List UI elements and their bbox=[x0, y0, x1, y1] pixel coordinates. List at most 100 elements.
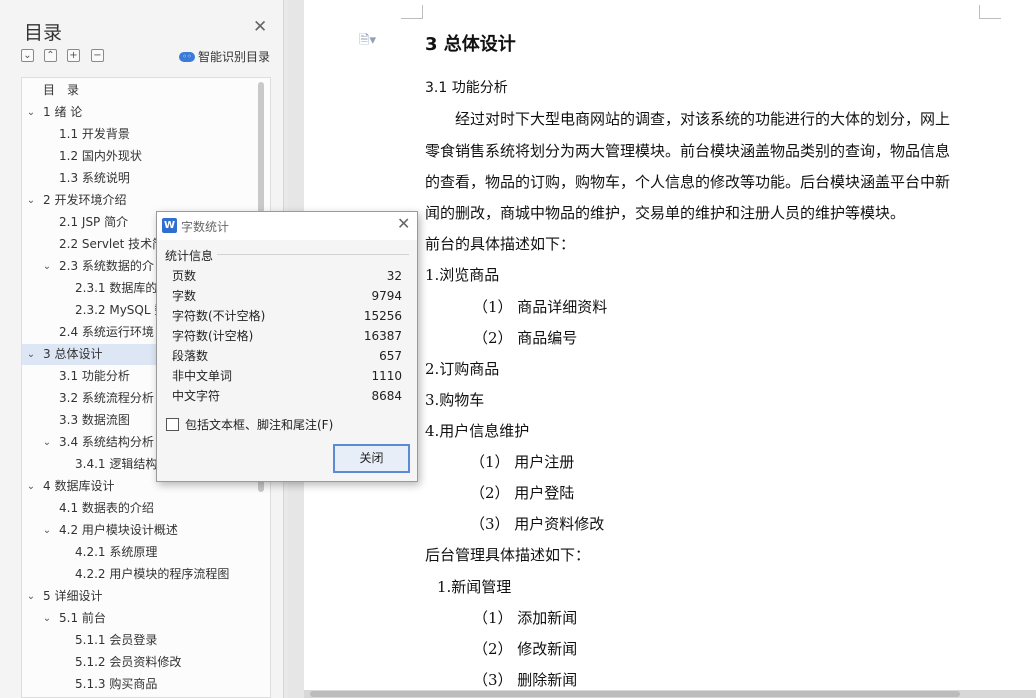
stat-value: 657 bbox=[379, 349, 402, 363]
page-corner-mark bbox=[979, 5, 1001, 19]
doc-paragraph-line: 前台的具体描述如下： bbox=[425, 235, 576, 253]
document-icon[interactable]: 🗎▾ bbox=[359, 31, 376, 53]
toc-item-label: 2.4 系统运行环境 bbox=[59, 325, 154, 339]
chevron-down-icon[interactable]: ⌄ bbox=[41, 432, 53, 453]
stat-label: 页数 bbox=[172, 269, 197, 283]
doc-paragraph-line: 1.浏览商品 bbox=[425, 266, 500, 284]
toc-item[interactable]: 目 录 bbox=[22, 80, 270, 101]
toc-item[interactable]: ⌄ 1 绪 论 bbox=[22, 102, 270, 123]
toc-item-label: 目 录 bbox=[43, 83, 80, 97]
doc-paragraph-line: （2） 修改新闻 bbox=[473, 640, 578, 658]
toc-item-label: 3.3 数据流图 bbox=[59, 413, 130, 427]
toc-item[interactable]: 4.2.1 系统原理 bbox=[22, 542, 270, 563]
toc-item-label: 3.1 功能分析 bbox=[59, 369, 130, 383]
scrollbar-thumb[interactable] bbox=[310, 691, 960, 697]
toc-close-icon[interactable]: ✕ bbox=[253, 19, 267, 36]
toc-item-label: 5.1.3 购买商品 bbox=[75, 677, 158, 691]
chevron-down-icon[interactable]: ⌄ bbox=[41, 520, 53, 541]
toc-item[interactable]: ⌄ 5 详细设计 bbox=[22, 586, 270, 607]
toc-item-label: 2.2 Servlet 技术简 bbox=[59, 237, 165, 251]
toc-item-label: 5.1.2 会员资料修改 bbox=[75, 655, 182, 669]
chevron-down-icon[interactable]: ⌄ bbox=[25, 586, 37, 607]
toc-title: 目录 bbox=[24, 22, 63, 44]
chevron-down-icon[interactable]: ⌄ bbox=[25, 476, 37, 497]
toc-item[interactable]: 4.2.2 用户模块的程序流程图 bbox=[22, 564, 270, 585]
stat-row: 字符数(不计空格) 15256 bbox=[172, 306, 402, 326]
toc-item[interactable]: 5.1.2 会员资料修改 bbox=[22, 652, 270, 673]
toc-item-label: 4.1 数据表的介绍 bbox=[59, 501, 154, 515]
chevron-down-icon[interactable]: ⌄ bbox=[41, 256, 53, 277]
toc-item-label: 5.1.1 会员登录 bbox=[75, 633, 158, 647]
word-count-dialog: W 字数统计 ✕ 统计信息 页数 32 字数 9794 字符数(不计空格) 15256 字符… bbox=[156, 211, 418, 482]
toc-item[interactable]: ⌄ 2 开发环境介绍 bbox=[22, 190, 270, 211]
page-corner-mark bbox=[401, 5, 423, 19]
toc-item-label: 1.2 国内外现状 bbox=[59, 149, 142, 163]
toc-item-label: 2.3.2 MySQL 数 bbox=[75, 303, 167, 317]
doc-paragraph-line: 1.新闻管理 bbox=[437, 578, 512, 596]
toc-item[interactable]: 5.1.3 购买商品 bbox=[22, 674, 270, 695]
toc-item-label: 5 详细设计 bbox=[43, 589, 103, 603]
chevron-down-icon[interactable]: ⌄ bbox=[41, 608, 53, 629]
smart-toc-button[interactable]: ◦◦ 智能识别目录 bbox=[179, 48, 270, 65]
toc-item-label: 4.2 用户模块设计概述 bbox=[59, 523, 178, 537]
divider bbox=[217, 254, 409, 255]
doc-paragraph-line: （1） 添加新闻 bbox=[473, 609, 578, 627]
remove-icon[interactable]: − bbox=[91, 49, 104, 62]
stat-value: 32 bbox=[386, 269, 402, 283]
close-button[interactable]: 关闭 bbox=[333, 444, 410, 473]
checkbox-label: 包括文本框、脚注和尾注(F) bbox=[185, 418, 334, 432]
stat-row: 字数 9794 bbox=[172, 286, 402, 306]
expand-icon[interactable]: + bbox=[67, 49, 80, 62]
stat-row: 中文字符 8684 bbox=[172, 386, 402, 406]
chevron-down-icon[interactable]: ⌄ bbox=[25, 344, 37, 365]
dialog-close-icon[interactable]: ✕ bbox=[397, 216, 410, 232]
toc-item[interactable]: 5.1.1 会员登录 bbox=[22, 630, 270, 651]
stat-value: 9794 bbox=[371, 289, 402, 303]
stat-row: 段落数 657 bbox=[172, 346, 402, 366]
toc-item-label: 1.3 系统说明 bbox=[59, 171, 130, 185]
doc-paragraph-line: （2） 商品编号 bbox=[473, 329, 578, 347]
toc-item[interactable]: 1.1 开发背景 bbox=[22, 124, 270, 145]
stats-section-label: 统计信息 bbox=[165, 249, 214, 263]
doc-paragraph-line: （3） 用户资料修改 bbox=[470, 515, 605, 533]
toc-item-label: 3.4.1 逻辑结构 bbox=[75, 457, 158, 471]
horizontal-scrollbar[interactable] bbox=[304, 690, 1036, 698]
stat-value: 16387 bbox=[363, 329, 402, 343]
collapse-all-icon[interactable]: ⌄ bbox=[21, 49, 34, 62]
stat-label: 中文字符 bbox=[172, 389, 221, 403]
toc-item-label: 4 数据库设计 bbox=[43, 479, 115, 493]
smart-toc-label: 智能识别目录 bbox=[198, 50, 271, 64]
toc-item-label: 2 开发环境介绍 bbox=[43, 193, 127, 207]
doc-paragraph-line: （3） 删除新闻 bbox=[473, 671, 578, 689]
toc-item[interactable]: 4.1 数据表的介绍 bbox=[22, 498, 270, 519]
doc-heading: 3 总体设计 bbox=[425, 34, 516, 55]
toc-item[interactable]: ⌄ 4.2 用户模块设计概述 bbox=[22, 520, 270, 541]
doc-paragraph-line: 3.购物车 bbox=[425, 391, 485, 409]
toc-item[interactable]: 1.2 国内外现状 bbox=[22, 146, 270, 167]
doc-subheading: 3.1 功能分析 bbox=[425, 80, 508, 96]
toc-item-label: 3.4 系统结构分析 bbox=[59, 435, 154, 449]
toc-item-label: 3.2 系统流程分析 bbox=[59, 391, 154, 405]
toc-item[interactable]: 1.3 系统说明 bbox=[22, 168, 270, 189]
stat-value: 8684 bbox=[371, 389, 402, 403]
include-textbox-footnote-checkbox[interactable] bbox=[166, 418, 179, 431]
toc-item-label: 1 绪 论 bbox=[43, 105, 83, 119]
stat-label: 非中文单词 bbox=[172, 369, 233, 383]
stat-row: 非中文单词 1110 bbox=[172, 366, 402, 386]
chevron-down-icon[interactable]: ⌄ bbox=[25, 190, 37, 211]
stat-label: 段落数 bbox=[172, 349, 209, 363]
doc-paragraph-line: 的查看，物品的订购，购物车，个人信息的修改等功能。后台模块涵盖平台中新 bbox=[425, 173, 951, 191]
toc-item-label: 2.3 系统数据的介 bbox=[59, 259, 154, 273]
dialog-titlebar: W 字数统计 ✕ bbox=[157, 212, 417, 240]
toc-item-label: 5.1 前台 bbox=[59, 611, 106, 625]
chevron-down-icon[interactable]: ⌄ bbox=[25, 102, 37, 123]
toc-item[interactable]: ⌄ 5.1 前台 bbox=[22, 608, 270, 629]
doc-paragraph-line: 闻的删改，商城中物品的维护，交易单的维护和注册人员的维护等模块。 bbox=[425, 204, 906, 222]
cloud-icon: ◦◦ bbox=[179, 51, 195, 62]
stat-value: 15256 bbox=[363, 309, 402, 323]
stat-row: 字符数(计空格) 16387 bbox=[172, 326, 402, 346]
collapse-icon[interactable]: ⌃ bbox=[44, 49, 57, 62]
toc-item-label: 3 总体设计 bbox=[43, 347, 103, 361]
wps-logo-icon: W bbox=[162, 218, 177, 233]
stat-row: 页数 32 bbox=[172, 266, 402, 286]
